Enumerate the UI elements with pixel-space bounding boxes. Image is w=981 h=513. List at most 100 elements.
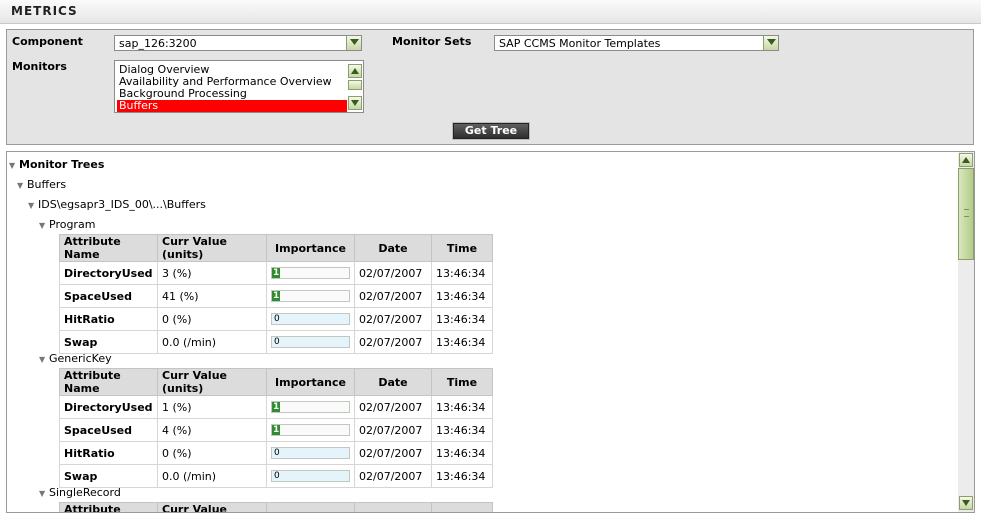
- importance-bar: 0: [271, 447, 350, 459]
- curr-value-cell: 0.0 (/min): [157, 464, 267, 488]
- listbox-scroll-thumb[interactable]: [348, 80, 362, 90]
- tree-node-generickey[interactable]: ▼ GenericKey: [39, 352, 112, 365]
- table-header-row: Attribute Name Curr Value (units) Import…: [59, 234, 493, 262]
- chevron-down-icon: [962, 500, 970, 506]
- chevron-down-icon: [767, 39, 776, 45]
- tree-vertical-scrollbar[interactable]: [958, 152, 974, 512]
- attribute-name-cell: HitRatio: [59, 307, 158, 331]
- column-header-importance: Importance: [266, 368, 355, 396]
- importance-badge: 1: [272, 425, 281, 435]
- attribute-name-cell: Swap: [59, 330, 158, 354]
- curr-value-cell: 3 (%): [157, 261, 267, 285]
- tree-node-monitor-trees[interactable]: ▼ Monitor Trees: [9, 158, 104, 171]
- time-cell: 13:46:34: [431, 441, 493, 465]
- importance-cell: 1: [266, 284, 355, 308]
- expand-triangle-icon[interactable]: ▼: [39, 221, 49, 230]
- expand-triangle-icon[interactable]: ▼: [39, 355, 49, 364]
- page-title: METRICS: [11, 4, 78, 18]
- monitors-listbox[interactable]: Dialog Overview Availability and Perform…: [114, 60, 364, 113]
- importance-badge: 1: [272, 402, 281, 412]
- column-header-importance: Importance: [266, 502, 355, 512]
- date-cell: 02/07/2007: [354, 261, 432, 285]
- importance-value: 0: [274, 314, 280, 324]
- tree-node-program[interactable]: ▼ Program: [39, 218, 95, 231]
- singlerecord-attributes-table: Attribute Name Curr Value (units) Import…: [59, 502, 493, 512]
- chevron-up-icon: [962, 157, 970, 163]
- curr-value-cell: 4 (%): [157, 418, 267, 442]
- grip-icon: [964, 209, 969, 217]
- column-header-attribute-name: Attribute Name: [59, 502, 158, 512]
- column-header-attribute-name: Attribute Name: [59, 368, 158, 396]
- column-header-curr-value: Curr Value (units): [157, 234, 267, 262]
- column-header-date: Date: [354, 502, 432, 512]
- component-select-dropdown-button[interactable]: [346, 36, 361, 50]
- column-header-attribute-name: Attribute Name: [59, 234, 158, 262]
- tree-node-singlerecord[interactable]: ▼ SingleRecord: [39, 486, 121, 499]
- monitor-sets-label: Monitor Sets: [392, 35, 472, 48]
- selection-panel: Component sap_126:3200 Monitor Sets SAP …: [6, 29, 974, 145]
- time-cell: 13:46:34: [431, 395, 493, 419]
- column-header-time: Time: [431, 502, 493, 512]
- date-cell: 02/07/2007: [354, 395, 432, 419]
- importance-value: 0: [274, 337, 280, 347]
- curr-value-cell: 0 (%): [157, 307, 267, 331]
- time-cell: 13:46:34: [431, 307, 493, 331]
- column-header-curr-value: Curr Value (units): [157, 368, 267, 396]
- curr-value-cell: 41 (%): [157, 284, 267, 308]
- importance-cell: 1: [266, 395, 355, 419]
- column-header-time: Time: [431, 234, 493, 262]
- table-header-row: Attribute Name Curr Value (units) Import…: [59, 368, 493, 396]
- table-row: DirectoryUsed 1 (%) 1 02/07/2007 13:46:3…: [59, 395, 493, 419]
- column-header-date: Date: [354, 234, 432, 262]
- page-header: METRICS: [0, 0, 981, 24]
- expand-triangle-icon[interactable]: ▼: [9, 161, 19, 170]
- listbox-scroll-down-button[interactable]: [348, 96, 362, 110]
- monitor-sets-select[interactable]: SAP CCMS Monitor Templates: [494, 35, 779, 51]
- monitors-listbox-scrollbar[interactable]: [348, 62, 362, 111]
- table-row: HitRatio 0 (%) 0 02/07/2007 13:46:34: [59, 307, 493, 331]
- chevron-down-icon: [351, 100, 359, 106]
- importance-value: 0: [274, 471, 280, 481]
- monitor-sets-select-value: SAP CCMS Monitor Templates: [499, 37, 661, 50]
- date-cell: 02/07/2007: [354, 284, 432, 308]
- importance-cell: 1: [266, 418, 355, 442]
- attribute-name-cell: SpaceUsed: [59, 418, 158, 442]
- importance-cell: 0: [266, 464, 355, 488]
- table-row: HitRatio 0 (%) 0 02/07/2007 13:46:34: [59, 441, 493, 465]
- table-row: SpaceUsed 4 (%) 1 02/07/2007 13:46:34: [59, 418, 493, 442]
- monitor-sets-dropdown-button[interactable]: [763, 36, 778, 50]
- date-cell: 02/07/2007: [354, 464, 432, 488]
- importance-value: 0: [274, 448, 280, 458]
- component-select[interactable]: sap_126:3200: [114, 35, 362, 51]
- date-cell: 02/07/2007: [354, 441, 432, 465]
- get-tree-button[interactable]: Get Tree: [453, 123, 529, 139]
- date-cell: 02/07/2007: [354, 418, 432, 442]
- table-row: Swap 0.0 (/min) 0 02/07/2007 13:46:34: [59, 330, 493, 354]
- component-select-value: sap_126:3200: [119, 37, 197, 50]
- tree-scroll-down-button[interactable]: [959, 496, 973, 510]
- attribute-name-cell: HitRatio: [59, 441, 158, 465]
- importance-bar: 0: [271, 313, 350, 325]
- importance-cell: 0: [266, 441, 355, 465]
- column-header-curr-value: Curr Value (units): [157, 502, 267, 512]
- importance-cell: 0: [266, 307, 355, 331]
- chevron-down-icon: [350, 39, 359, 45]
- time-cell: 13:46:34: [431, 261, 493, 285]
- tree-scroll-thumb[interactable]: [958, 168, 974, 260]
- column-header-time: Time: [431, 368, 493, 396]
- expand-triangle-icon[interactable]: ▼: [17, 181, 27, 190]
- expand-triangle-icon[interactable]: ▼: [28, 201, 38, 210]
- tree-scroll-up-button[interactable]: [959, 153, 973, 167]
- date-cell: 02/07/2007: [354, 307, 432, 331]
- tree-node-ids-buffers[interactable]: ▼ IDS\egsapr3_IDS_00\...\Buffers: [28, 198, 206, 211]
- monitor-option-buffers[interactable]: Buffers: [117, 100, 347, 112]
- column-header-date: Date: [354, 368, 432, 396]
- expand-triangle-icon[interactable]: ▼: [39, 489, 49, 498]
- monitors-label: Monitors: [12, 60, 67, 73]
- listbox-scroll-up-button[interactable]: [348, 64, 362, 78]
- importance-bar: 1: [271, 290, 350, 302]
- tree-node-buffers[interactable]: ▼ Buffers: [17, 178, 66, 191]
- importance-cell: 0: [266, 330, 355, 354]
- time-cell: 13:46:34: [431, 284, 493, 308]
- attribute-name-cell: Swap: [59, 464, 158, 488]
